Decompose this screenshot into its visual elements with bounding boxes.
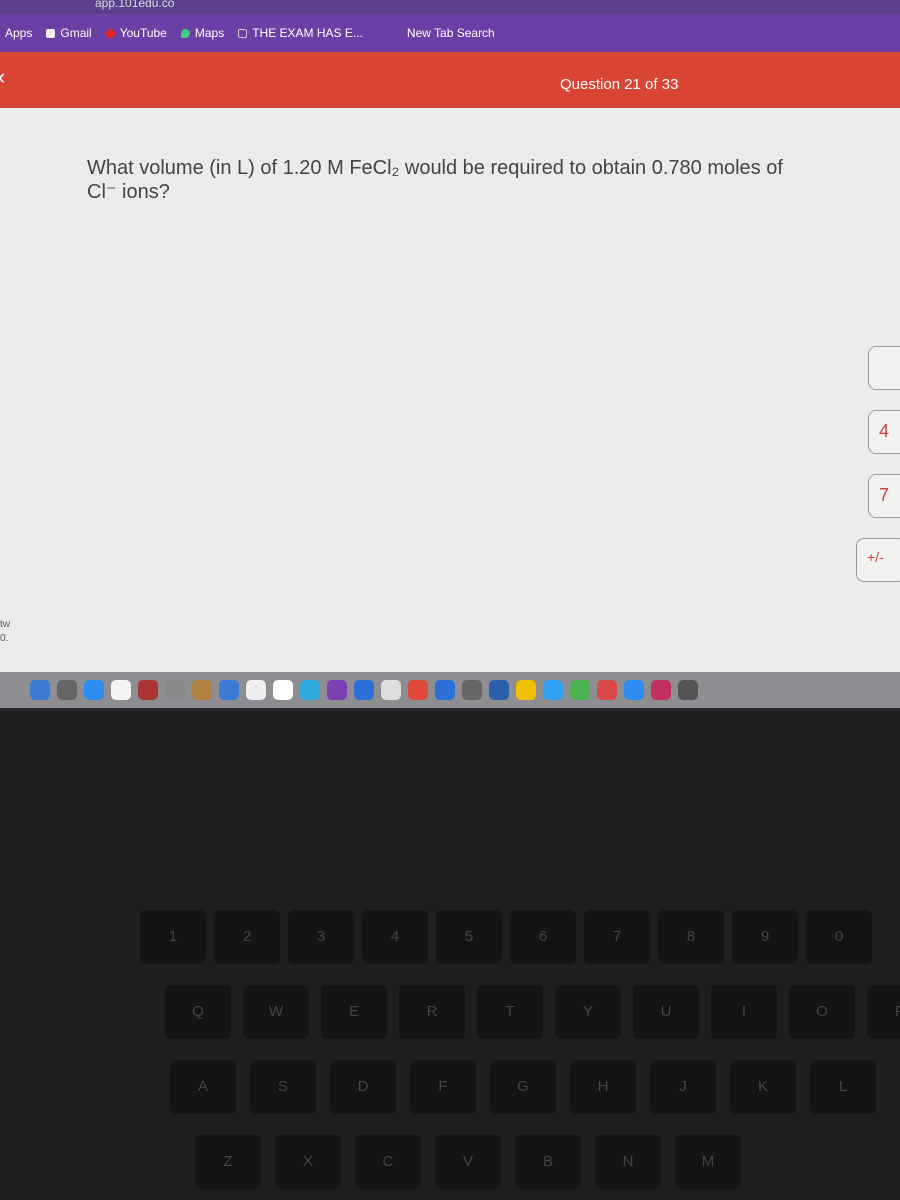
- keyboard-key[interactable]: D: [330, 1060, 396, 1114]
- keyboard-key[interactable]: 1: [140, 910, 206, 964]
- keyboard-key[interactable]: K: [730, 1060, 796, 1114]
- question-header: ‹ Question 21 of 33: [0, 52, 900, 108]
- keyboard-key[interactable]: I: [711, 985, 777, 1039]
- maps-icon: [180, 28, 190, 38]
- bookmark-label: Apps: [5, 26, 33, 40]
- keyboard-key[interactable]: G: [490, 1060, 556, 1114]
- chevron-left-icon[interactable]: ‹: [0, 64, 5, 90]
- dock-app-icon[interactable]: [327, 680, 347, 700]
- dock-app-icon[interactable]: [30, 680, 50, 700]
- gmail-icon: [46, 28, 56, 38]
- dock-app-icon[interactable]: [354, 680, 374, 700]
- keyboard-key[interactable]: W: [243, 985, 309, 1039]
- dock-app-icon[interactable]: [192, 680, 212, 700]
- dock-app-icon[interactable]: [111, 680, 131, 700]
- keyboard-key[interactable]: X: [275, 1135, 341, 1189]
- keyboard-key[interactable]: 5: [436, 910, 502, 964]
- side-text: 0.: [0, 633, 9, 644]
- keyboard-key[interactable]: R: [399, 985, 465, 1039]
- dock-app-icon[interactable]: [408, 680, 428, 700]
- keyboard-key[interactable]: T: [477, 985, 543, 1039]
- dock-app-icon[interactable]: [624, 680, 644, 700]
- keyboard-key[interactable]: N: [595, 1135, 661, 1189]
- bookmark-exam[interactable]: THE EXAM HAS E...: [238, 26, 363, 40]
- keyboard-key[interactable]: A: [170, 1060, 236, 1114]
- keypad-key-4[interactable]: 4: [868, 410, 900, 454]
- question-text: What volume (in L) of 1.20 M FeCl₂ would…: [87, 157, 783, 203]
- keyboard-key[interactable]: 3: [288, 910, 354, 964]
- bookmark-new-tab-search[interactable]: New Tab Search: [407, 26, 495, 40]
- dock-app-icon[interactable]: [138, 680, 158, 700]
- dock-app-icon[interactable]: [489, 680, 509, 700]
- dock: [0, 672, 900, 708]
- address-bar[interactable]: app.101edu.co: [0, 0, 900, 14]
- dock-app-icon[interactable]: [57, 680, 77, 700]
- bookmark-label: New Tab Search: [406, 26, 495, 40]
- keyboard-key[interactable]: J: [650, 1060, 716, 1114]
- keypad-key-plus-minus[interactable]: +/-: [856, 538, 900, 582]
- dock-app-icon[interactable]: [678, 680, 698, 700]
- keyboard-key[interactable]: P: [867, 985, 900, 1039]
- keyboard-key[interactable]: C: [355, 1135, 421, 1189]
- bookmark-gmail[interactable]: Gmail: [46, 26, 92, 40]
- keyboard-key[interactable]: 8: [658, 910, 724, 964]
- question-area: What volume (in L) of 1.20 M FeCl₂ would…: [0, 108, 900, 680]
- keyboard-key[interactable]: Q: [165, 985, 231, 1039]
- keyboard-key[interactable]: M: [675, 1135, 741, 1189]
- dock-app-icon[interactable]: [516, 680, 536, 700]
- page-icon: [238, 28, 248, 38]
- bookmark-label: YouTube: [119, 26, 167, 40]
- keypad-key-blank[interactable]: [868, 346, 900, 390]
- keyboard-key[interactable]: Y: [555, 985, 621, 1039]
- dock-app-icon[interactable]: [651, 680, 671, 700]
- dock-app-icon[interactable]: [84, 680, 104, 700]
- dock-app-icon[interactable]: [597, 680, 617, 700]
- bookmark-apps[interactable]: Apps: [5, 26, 32, 40]
- keyboard-key[interactable]: S: [250, 1060, 316, 1114]
- keyboard-key[interactable]: F: [410, 1060, 476, 1114]
- laptop-keyboard: 1234567890 QWERTYUIOP ASDFGHJKL ZXCVBNM: [0, 710, 900, 1200]
- side-text: tw: [0, 619, 10, 630]
- keyboard-key[interactable]: 4: [362, 910, 428, 964]
- dock-app-icon[interactable]: [273, 680, 293, 700]
- keyboard-key[interactable]: E: [321, 985, 387, 1039]
- question-counter: Question 21 of 33: [560, 76, 679, 93]
- keyboard-key[interactable]: Z: [195, 1135, 261, 1189]
- youtube-icon: [105, 28, 115, 38]
- bookmark-label: THE EXAM HAS E...: [252, 26, 363, 40]
- keyboard-key[interactable]: H: [570, 1060, 636, 1114]
- dock-app-icon[interactable]: [219, 680, 239, 700]
- url-text: app.101edu.co: [95, 0, 175, 10]
- bookmark-maps[interactable]: Maps: [180, 26, 225, 40]
- bookmark-label: Maps: [194, 26, 225, 40]
- keyboard-key[interactable]: B: [515, 1135, 581, 1189]
- keyboard-key[interactable]: 0: [806, 910, 872, 964]
- dock-app-icon[interactable]: [300, 680, 320, 700]
- bookmarks-bar: Apps Gmail YouTube Maps THE EXAM HAS E..…: [0, 14, 900, 52]
- bookmark-label: Gmail: [60, 26, 92, 40]
- dock-app-icon[interactable]: [570, 680, 590, 700]
- keyboard-key[interactable]: 9: [732, 910, 798, 964]
- keyboard-key[interactable]: 7: [584, 910, 650, 964]
- dock-app-icon[interactable]: [462, 680, 482, 700]
- keyboard-key[interactable]: O: [789, 985, 855, 1039]
- dock-app-icon[interactable]: [435, 680, 455, 700]
- bookmark-youtube[interactable]: YouTube: [105, 26, 167, 40]
- cropped-side-text: tw 0.: [0, 618, 10, 646]
- dock-app-icon[interactable]: [165, 680, 185, 700]
- dock-app-icon[interactable]: [381, 680, 401, 700]
- keyboard-key[interactable]: V: [435, 1135, 501, 1189]
- keyboard-key[interactable]: L: [810, 1060, 876, 1114]
- dock-app-icon[interactable]: [543, 680, 563, 700]
- dock-app-icon[interactable]: [246, 680, 266, 700]
- keyboard-key[interactable]: 6: [510, 910, 576, 964]
- keypad-key-7[interactable]: 7: [868, 474, 900, 518]
- keyboard-key[interactable]: U: [633, 985, 699, 1039]
- keyboard-key[interactable]: 2: [214, 910, 280, 964]
